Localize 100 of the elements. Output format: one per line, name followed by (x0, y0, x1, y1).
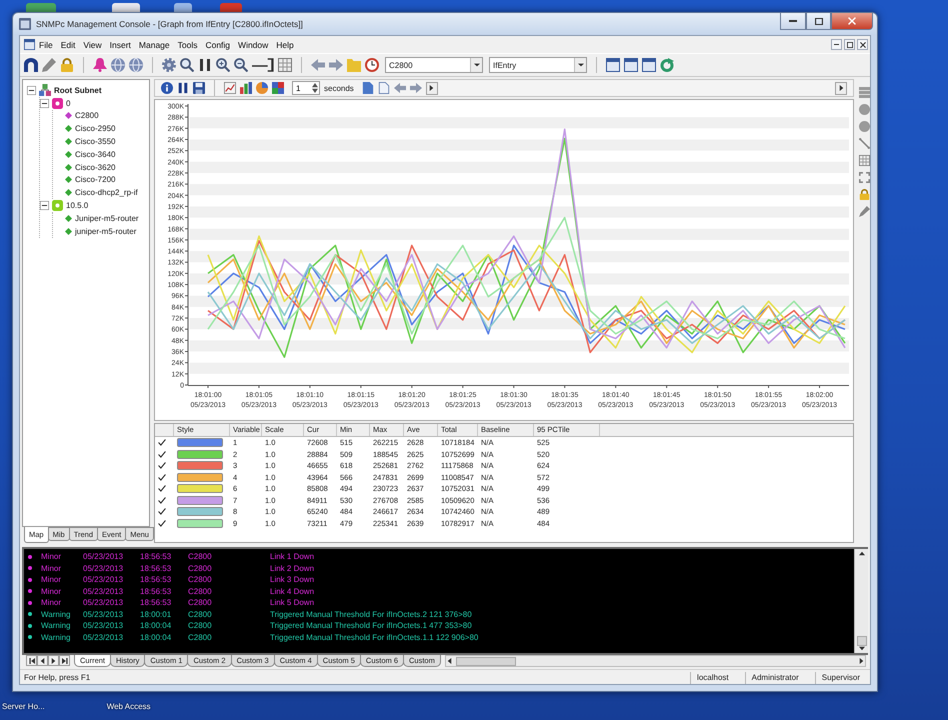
check-icon[interactable] (158, 462, 166, 470)
tree-item[interactable]: Cisco-2950 (75, 124, 116, 134)
interval-unit: seconds (324, 84, 354, 92)
check-icon[interactable] (158, 474, 166, 481)
next-button[interactable] (48, 655, 59, 666)
zoom-out-icon[interactable] (234, 58, 248, 72)
tree-item[interactable]: Juniper-m5-router (75, 214, 139, 223)
desktop-icon-label[interactable]: Web Access (106, 702, 151, 710)
tree-item[interactable]: Cisco-3550 (75, 137, 116, 146)
menu-item[interactable]: Help (272, 40, 298, 50)
close-icon (860, 42, 866, 48)
arch-icon[interactable] (24, 58, 38, 72)
expand-icon[interactable] (858, 172, 870, 183)
tree-item[interactable]: Cisco-7200 (75, 175, 116, 184)
caret-right-icon (859, 658, 864, 664)
window-icon[interactable] (642, 58, 656, 72)
event-severity: Warning (41, 610, 72, 619)
line-chart-icon[interactable] (224, 82, 236, 94)
tree-item[interactable]: Root Subnet (54, 86, 102, 95)
event-date: 05/23/2013 (83, 564, 124, 573)
arrow-right-icon[interactable] (329, 58, 343, 72)
caret-down-icon (474, 63, 480, 67)
first-button[interactable] (26, 655, 37, 666)
tree-item[interactable]: Cisco-3620 (75, 162, 116, 172)
interval-field[interactable]: 1 (292, 81, 320, 95)
diagonal-line-icon[interactable] (858, 138, 870, 149)
scrollbar-thumb[interactable] (456, 656, 516, 666)
save-icon[interactable] (193, 82, 205, 94)
desktop-icon-label[interactable]: Server Ho... (2, 702, 45, 710)
minimize-button[interactable] (780, 13, 806, 30)
device-dropdown[interactable]: C2800 (385, 57, 483, 73)
event-device: C2800 (188, 621, 213, 630)
check-icon[interactable] (158, 439, 166, 446)
scroll-button[interactable] (426, 82, 438, 94)
window-icon[interactable] (624, 58, 638, 72)
tree-item[interactable]: juniper-m5-router (75, 226, 136, 236)
tree-item[interactable]: C2800 (75, 111, 99, 120)
collapse-icon[interactable] (27, 86, 36, 95)
pause-icon[interactable] (177, 82, 189, 94)
bar-chart-icon[interactable] (240, 82, 252, 94)
gear-icon[interactable] (162, 58, 176, 72)
event-time: 18:56:53 (140, 586, 172, 596)
menu-item[interactable]: View (79, 40, 106, 50)
vertical-scrollbar[interactable] (854, 549, 868, 653)
pen-icon[interactable] (858, 206, 870, 217)
color-grid-icon[interactable] (272, 82, 284, 94)
check-icon[interactable] (158, 508, 166, 516)
lock-icon[interactable] (60, 58, 74, 72)
menu-item[interactable]: Window (234, 40, 272, 50)
check-icon[interactable] (158, 496, 166, 504)
close-button[interactable] (857, 39, 868, 50)
menu-item[interactable]: Edit (56, 40, 80, 50)
bell-icon[interactable] (93, 58, 107, 72)
menu-item[interactable]: File (35, 40, 57, 50)
globe-icon[interactable] (111, 58, 125, 72)
info-icon[interactable] (161, 82, 173, 94)
check-icon[interactable] (158, 520, 166, 527)
menu-item[interactable]: Manage (134, 40, 174, 50)
search-icon[interactable] (180, 58, 194, 72)
tree-item[interactable]: Cisco-3640 (75, 150, 116, 159)
collapse-icon[interactable] (40, 201, 49, 210)
zoom-in-icon[interactable] (216, 58, 230, 72)
restore-button[interactable] (844, 39, 855, 50)
collapse-icon[interactable] (40, 98, 49, 108)
window-icon[interactable] (606, 58, 620, 72)
arrow-left-icon[interactable] (311, 58, 325, 72)
tree-item[interactable]: 0 (66, 98, 70, 108)
document-icon (24, 39, 35, 50)
document-icon[interactable] (362, 82, 374, 94)
bars-icon[interactable] (198, 58, 212, 72)
menu-item[interactable]: Config (201, 40, 234, 50)
refresh-icon[interactable] (660, 58, 674, 72)
scroll-button[interactable] (835, 82, 847, 94)
horizontal-scrollbar[interactable] (444, 655, 866, 667)
previous-button[interactable] (37, 655, 48, 666)
globe-icon[interactable] (129, 58, 143, 72)
event-severity: Minor (41, 586, 62, 596)
event-device: C2800 (188, 598, 213, 608)
tree-item[interactable]: 10.5.0 (66, 201, 88, 210)
minimize-button[interactable] (831, 39, 842, 50)
tree-item[interactable]: Cisco-dhcp2_rp-if (75, 188, 138, 198)
scrollbar-thumb[interactable] (856, 636, 866, 646)
menu-item[interactable]: Insert (106, 40, 135, 50)
document-icon[interactable] (378, 82, 390, 94)
event-date: 05/23/2013 (83, 621, 124, 630)
event-time: 18:00:04 (140, 632, 172, 642)
line-tool-icon[interactable] (252, 58, 274, 72)
maximize-button[interactable] (806, 13, 831, 30)
grid-icon[interactable] (858, 155, 870, 166)
pie-chart-icon[interactable] (256, 82, 268, 94)
menu-item[interactable]: Tools (174, 40, 202, 50)
arrow-left-icon[interactable] (394, 82, 406, 94)
status-pane: Administrator (744, 672, 805, 684)
check-icon[interactable] (158, 450, 166, 458)
mib-dropdown[interactable]: IfEntry (489, 57, 587, 73)
clock-icon[interactable] (365, 58, 379, 72)
grid-icon[interactable] (278, 58, 292, 72)
check-icon[interactable] (158, 485, 166, 492)
lock-icon[interactable] (858, 189, 870, 200)
last-button[interactable] (59, 655, 70, 666)
